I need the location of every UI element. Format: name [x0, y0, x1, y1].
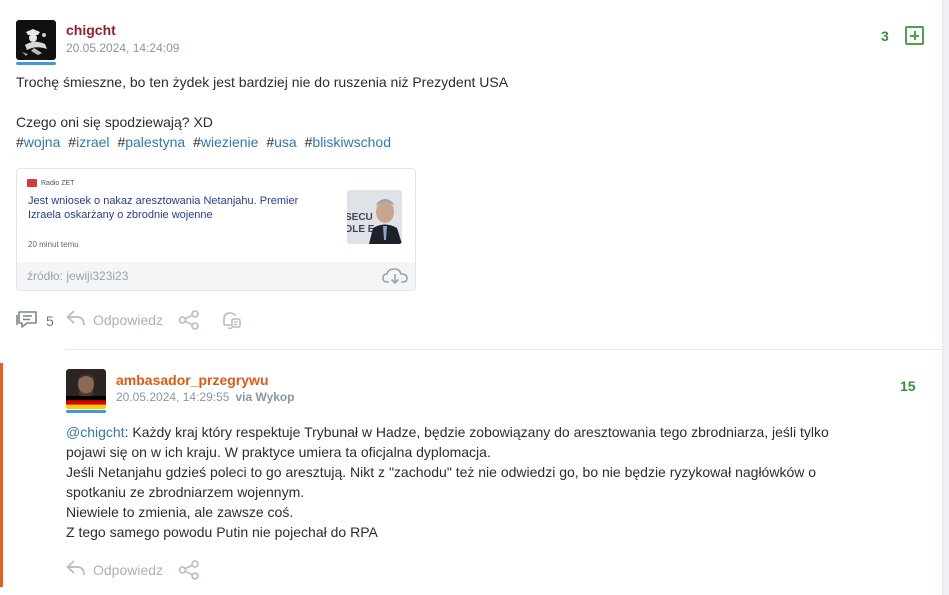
post-vote-count: 3 — [881, 28, 889, 44]
comment-time[interactable]: 20.05.2024, 14:29:55 — [116, 390, 229, 404]
comment-avatar-underline — [66, 410, 106, 413]
embed-brand-name: Radio ZET — [41, 179, 75, 187]
svg-text:DLE E: DLE E — [347, 224, 375, 235]
comment-author-name[interactable]: ambasador_przegrywu — [116, 372, 269, 388]
tag-link[interactable]: usa — [274, 134, 297, 150]
comment-count: 5 — [46, 312, 54, 329]
entry-card: chigcht 20.05.2024, 14:24:09 3 Trochę śm… — [0, 0, 944, 595]
page: chigcht 20.05.2024, 14:24:09 3 Trochę śm… — [0, 0, 949, 595]
comment-reply-button[interactable]: Odpowiedz — [66, 559, 163, 580]
comment-text-line-5: Niewiele to zmienia, ale zawsze coś. — [66, 504, 294, 520]
bell-icon — [220, 309, 242, 334]
svg-text:SECU: SECU — [347, 212, 373, 223]
tag-link[interactable]: izrael — [76, 134, 109, 150]
share-icon — [178, 310, 200, 333]
comment-timestamp: 20.05.2024, 14:29:55 via Wykop — [116, 390, 295, 404]
post-author-name[interactable]: chigcht — [66, 22, 116, 38]
reply-icon — [66, 309, 86, 330]
reply-icon — [66, 559, 86, 580]
plus-vote-button[interactable] — [905, 26, 924, 45]
comment-highlight-bar — [0, 363, 3, 587]
tag-link[interactable]: wiezienie — [201, 134, 259, 150]
comment-vote-count: 15 — [900, 378, 916, 394]
comment-text-line-3: Jeśli Netanjahu gdzieś poleci to go ares… — [66, 464, 817, 480]
comment-share-button[interactable] — [178, 560, 200, 583]
comment-author-avatar[interactable] — [66, 369, 106, 409]
post-tags: #wojna #izrael #palestyna #wiezienie #us… — [16, 134, 391, 150]
comment-reply-label: Odpowiedz — [93, 561, 164, 578]
comment-text-line-1: @chigcht: Każdy kraj który respektuje Tr… — [66, 422, 829, 442]
embed-title[interactable]: Jest wniosek o nakaz aresztowania Netanj… — [28, 194, 328, 222]
link-embed[interactable]: Radio ZET Jest wniosek o nakaz aresztowa… — [16, 168, 416, 291]
post-timestamp[interactable]: 20.05.2024, 14:24:09 — [66, 41, 179, 55]
mention-link[interactable]: @chigcht — [66, 424, 125, 440]
author-avatar[interactable] — [16, 20, 56, 60]
tag-link[interactable]: bliskiwschod — [312, 134, 391, 150]
reply-label: Odpowiedz — [93, 311, 164, 328]
tag-link[interactable]: palestyna — [125, 134, 185, 150]
post-text-line-2: Czego oni się spodziewają? XD — [16, 114, 213, 130]
cloud-download-icon[interactable] — [382, 266, 408, 290]
share-button[interactable] — [178, 310, 200, 333]
embed-brand: Radio ZET — [27, 179, 74, 187]
embed-time: 20 minut temu — [28, 240, 79, 249]
comment-text-line-6: Z tego samego powodu Putin nie pojechał … — [66, 524, 378, 540]
comments-button[interactable]: 5 — [16, 309, 54, 332]
comment-line-1-text: : Każdy kraj który respektuje Trybunał w… — [124, 424, 829, 440]
embed-thumbnail[interactable]: SECU DLE E — [347, 190, 402, 244]
comments-icon — [16, 309, 39, 332]
share-icon — [178, 560, 200, 583]
embed-preview[interactable]: Radio ZET Jest wniosek o nakaz aresztowa… — [17, 169, 415, 262]
post-text-line-1: Trochę śmieszne, bo ten żydek jest bardz… — [16, 74, 509, 90]
embed-footer: źródło: jewiji323i23 — [17, 262, 415, 290]
embed-source[interactable]: źródło: jewiji323i23 — [27, 269, 128, 283]
radio-zet-logo-icon — [27, 179, 37, 187]
tag-link[interactable]: wojna — [24, 134, 61, 150]
comment-via[interactable]: via Wykop — [235, 390, 294, 404]
reply-button[interactable]: Odpowiedz — [66, 309, 163, 330]
comment-text-line-4: spotkaniu ze zbrodniarzem wojennym. — [66, 484, 305, 500]
author-avatar-underline — [16, 62, 56, 65]
comment-text-line-2: pojawi się on w ich kraju. W praktyce um… — [66, 444, 491, 460]
notify-button[interactable] — [220, 309, 242, 334]
comments-divider — [66, 349, 944, 350]
